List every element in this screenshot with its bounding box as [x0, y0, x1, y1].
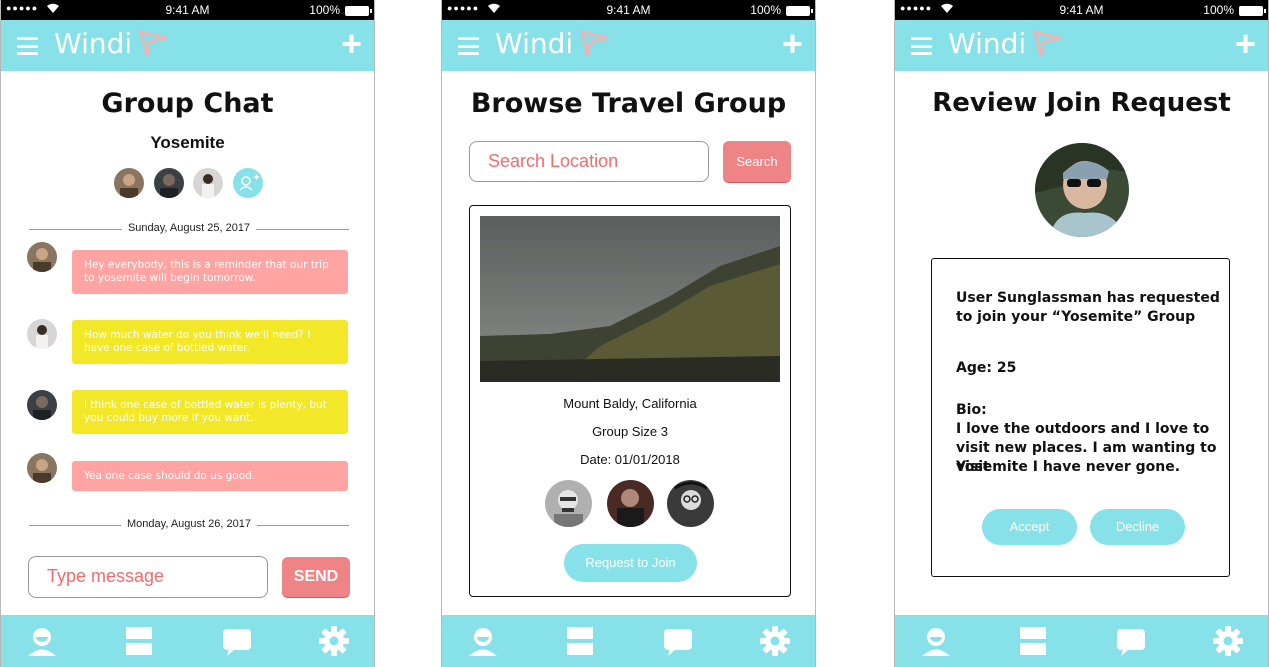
message-bubble: I think one case of bottled water is ple…	[72, 390, 348, 434]
group-chat-screen: ●●●●● 9:41 AM 100% Windi + Group Chat Yo…	[0, 0, 375, 667]
page-title: Group Chat	[101, 88, 274, 119]
request-line: User Sunglassman has requested	[956, 290, 1220, 306]
sender-avatar[interactable]	[27, 453, 57, 483]
app-header: Windi +	[1, 20, 374, 71]
groups-icon[interactable]	[1017, 625, 1049, 657]
requester-age: Age: 25	[956, 360, 1017, 376]
browse-screen: ●●●●● 9:41 AM 100% Windi + Browse Travel…	[441, 0, 816, 667]
sender-avatar[interactable]	[27, 319, 57, 349]
status-bar: ●●●●● 9:41 AM 100%	[895, 0, 1268, 20]
member-avatar[interactable]	[193, 168, 223, 198]
sender-avatar[interactable]	[27, 242, 57, 272]
date-divider: Monday, August 26, 2017	[29, 518, 349, 532]
settings-icon[interactable]	[1212, 625, 1244, 657]
brand-name: Windi	[495, 27, 574, 60]
battery-icon	[345, 6, 372, 16]
tab-bar	[1, 615, 374, 667]
settings-icon[interactable]	[759, 625, 791, 657]
review-screen: ●●●●● 9:41 AM 100% Windi + Review Join R…	[894, 0, 1269, 667]
group-location: Mount Baldy, California	[563, 396, 697, 411]
bio-line: I love the outdoors and I love to	[956, 421, 1210, 437]
chat-icon[interactable]	[1115, 625, 1147, 657]
add-icon[interactable]: +	[341, 26, 362, 62]
battery-icon	[786, 6, 813, 16]
sender-avatar[interactable]	[27, 390, 57, 420]
status-bar: ●●●●● 9:41 AM 100%	[1, 0, 374, 20]
paper-plane-logo-icon	[580, 30, 609, 57]
date-divider: Sunday, August 25, 2017	[29, 222, 349, 236]
member-avatar[interactable]	[545, 480, 592, 527]
group-name: Yosemite	[150, 133, 225, 152]
date-label: Sunday, August 25, 2017	[121, 222, 257, 234]
groups-icon[interactable]	[564, 625, 596, 657]
add-icon[interactable]: +	[1235, 26, 1256, 62]
menu-icon[interactable]	[911, 37, 932, 55]
message-bubble: Yea one case should do us good.	[72, 461, 348, 491]
message-bubble: Hey everybody, this is a reminder that o…	[72, 250, 348, 294]
member-avatar[interactable]	[607, 480, 654, 527]
battery-percent: 100%	[309, 3, 340, 17]
chat-icon[interactable]	[662, 625, 694, 657]
request-card: User Sunglassman has requested to join y…	[931, 258, 1230, 577]
profile-icon[interactable]	[467, 625, 499, 657]
chat-icon[interactable]	[221, 625, 253, 657]
menu-icon[interactable]	[458, 37, 479, 55]
member-avatar[interactable]	[114, 168, 144, 198]
battery-percent: 100%	[750, 3, 781, 17]
location-photo	[480, 216, 780, 382]
bio-label: Bio:	[956, 402, 987, 418]
group-card[interactable]: Mount Baldy, California Group Size 3 Dat…	[469, 205, 791, 597]
add-member-icon[interactable]	[233, 168, 263, 198]
bio-line: Yosemite I have never gone.	[956, 459, 1181, 475]
decline-button[interactable]: Decline	[1090, 509, 1185, 545]
member-avatar[interactable]	[667, 480, 714, 527]
groups-icon[interactable]	[123, 625, 155, 657]
profile-icon[interactable]	[920, 625, 952, 657]
paper-plane-logo-icon	[1033, 30, 1062, 57]
message-bubble: How much water do you think we'll need? …	[72, 320, 348, 364]
add-icon[interactable]: +	[782, 26, 803, 62]
battery-icon	[1239, 6, 1266, 16]
battery-percent: 100%	[1203, 3, 1234, 17]
group-size: Group Size 3	[592, 424, 668, 439]
message-input[interactable]: Type message	[28, 556, 268, 598]
menu-icon[interactable]	[17, 37, 38, 55]
date-label: Monday, August 26, 2017	[121, 518, 257, 530]
app-header: Windi +	[442, 20, 815, 71]
requester-avatar[interactable]	[1035, 143, 1129, 237]
send-button[interactable]: SEND	[282, 557, 350, 597]
app-header: Windi +	[895, 20, 1268, 71]
member-avatar[interactable]	[154, 168, 184, 198]
settings-icon[interactable]	[318, 625, 350, 657]
group-date: Date: 01/01/2018	[580, 452, 680, 467]
status-bar: ●●●●● 9:41 AM 100%	[442, 0, 815, 20]
page-title: Browse Travel Group	[470, 88, 787, 119]
brand-name: Windi	[948, 27, 1027, 60]
search-input[interactable]: Search Location	[469, 141, 709, 182]
tab-bar	[442, 615, 815, 667]
accept-button[interactable]: Accept	[982, 509, 1077, 545]
profile-icon[interactable]	[26, 625, 58, 657]
tab-bar	[895, 615, 1268, 667]
request-join-button[interactable]: Request to Join	[564, 544, 697, 582]
page-title: Review Join Request	[932, 88, 1231, 118]
brand-name: Windi	[54, 27, 133, 60]
request-line: to join your “Yosemite” Group	[956, 309, 1196, 325]
search-button[interactable]: Search	[723, 141, 791, 182]
paper-plane-logo-icon	[139, 30, 168, 57]
